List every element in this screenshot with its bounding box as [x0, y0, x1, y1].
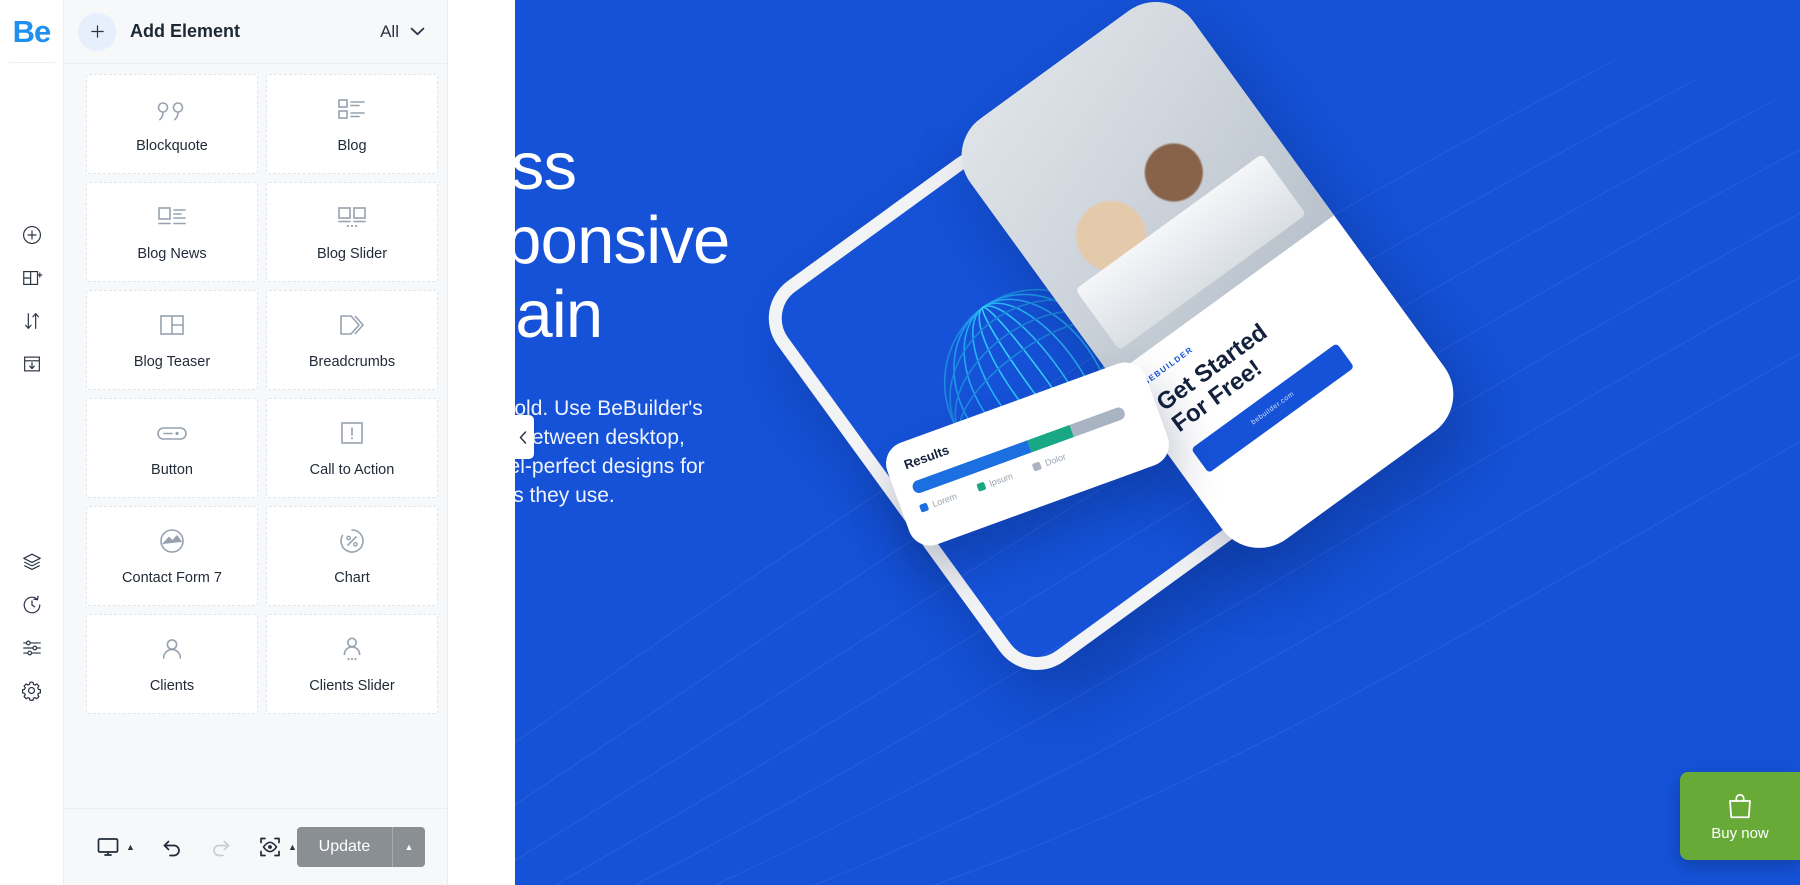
element-card-label: Clients Slider: [309, 678, 395, 694]
element-card-breadcrumbs[interactable]: Breadcrumbs: [266, 290, 438, 390]
preview-eye-icon: [260, 837, 280, 857]
app-logo[interactable]: Be: [13, 12, 52, 52]
element-card-call-to-action[interactable]: Call to Action: [266, 398, 438, 498]
chart-percent-icon: [338, 526, 366, 556]
element-grid: Blockquote Blog Blog News Blog Slider Bl…: [64, 74, 447, 714]
element-card-label: Blockquote: [136, 138, 208, 154]
element-card-label: Contact Form 7: [122, 570, 222, 586]
blog-slider-icon: [337, 202, 367, 232]
legend-item: Ipsum: [975, 471, 1014, 493]
sidebar-item-layers[interactable]: [0, 540, 64, 583]
chevron-left-icon: [519, 430, 527, 444]
sidebar-item-history[interactable]: [0, 583, 64, 626]
element-list-scroll[interactable]: Blockquote Blog Blog News Blog Slider Bl…: [64, 64, 447, 808]
element-card-blockquote[interactable]: Blockquote: [86, 74, 258, 174]
user-slider-icon: [339, 634, 365, 664]
element-card-clients[interactable]: Clients: [86, 614, 258, 714]
buy-now-button[interactable]: Buy now: [1680, 772, 1800, 860]
element-card-label: Button: [151, 462, 193, 478]
plus-icon: [90, 25, 104, 38]
divider: [8, 62, 55, 63]
update-button-label: Update: [318, 838, 371, 855]
button-pill-icon: [156, 418, 188, 448]
element-card-label: Blog Teaser: [133, 354, 211, 370]
category-filter-value: All: [380, 21, 399, 41]
element-card-label: Call to Action: [309, 462, 395, 478]
add-section-icon: [22, 270, 42, 285]
redo-icon: [213, 840, 230, 857]
element-card-button[interactable]: Button: [86, 398, 258, 498]
legend-label: Dolor: [1043, 451, 1068, 469]
blog-list-icon: [337, 94, 367, 124]
panel-collapse-toggle[interactable]: [515, 415, 534, 459]
page-preview[interactable]: tress esponsive Again t in the cold. Use…: [515, 0, 1800, 885]
element-card-blog-teaser[interactable]: Blog Teaser: [86, 290, 258, 390]
panel-header: Add Element All: [64, 0, 447, 64]
blog-teaser-icon: [158, 310, 186, 340]
hero-illustration: BEBUILDER Get Started For Free! bebuilde…: [750, 0, 1472, 690]
editor-bottom-toolbar: ▲ ▲ Update ▲: [64, 808, 447, 885]
redo-button[interactable]: [209, 835, 233, 859]
element-card-label: Blog Slider: [316, 246, 388, 262]
layers-icon: [22, 553, 41, 570]
rail-group-top: [0, 213, 64, 385]
shopping-bag-icon: [1729, 793, 1751, 818]
sidebar-item-add-section[interactable]: [0, 256, 64, 299]
sidebar-item-import-template[interactable]: [0, 342, 64, 385]
sidebar-item-options[interactable]: [0, 626, 64, 669]
element-card-label: Breadcrumbs: [308, 354, 396, 370]
contact-form-icon: [158, 526, 186, 556]
quote-icon: [157, 94, 187, 124]
element-card-clients-slider[interactable]: Clients Slider: [266, 614, 438, 714]
legend-item: Lorem: [918, 491, 959, 514]
category-filter-dropdown[interactable]: All: [380, 22, 425, 42]
exclamation-box-icon: [339, 418, 365, 448]
rail-group-bottom: [0, 540, 64, 712]
user-icon: [159, 634, 185, 664]
add-element-icon: [22, 225, 41, 244]
panel-title: Add Element: [130, 21, 241, 41]
blog-news-icon: [157, 202, 187, 232]
update-button[interactable]: Update ▲: [296, 827, 425, 867]
buy-now-label: Buy now: [1711, 824, 1769, 842]
element-card-contact-form-7[interactable]: Contact Form 7: [86, 506, 258, 606]
bebuilder-editor: tress esponsive Again t in the cold. Use…: [0, 0, 1800, 885]
add-element-panel: Add Element All Blockquote Blog Blog New…: [64, 0, 448, 885]
element-card-label: Clients: [149, 678, 195, 694]
sort-order-icon: [24, 312, 39, 329]
legend-label: Ipsum: [987, 470, 1015, 489]
sliders-icon: [22, 640, 41, 655]
add-element-button[interactable]: [78, 12, 116, 51]
legend-label: Lorem: [930, 491, 959, 510]
left-toolbar: Be: [0, 0, 64, 885]
element-card-label: Blog News: [137, 246, 207, 262]
undo-button[interactable]: [160, 835, 184, 859]
chevron-down-icon: [410, 27, 425, 36]
element-card-blog-news[interactable]: Blog News: [86, 182, 258, 282]
element-card-chart[interactable]: Chart: [266, 506, 438, 606]
caret-up-icon: ▲: [126, 842, 135, 852]
preview-mode-button[interactable]: ▲: [258, 835, 297, 859]
element-card-label: Blog: [337, 138, 367, 154]
chevrons-right-icon: [337, 310, 367, 340]
sidebar-item-settings[interactable]: [0, 669, 64, 712]
settings-gear-icon: [21, 681, 42, 701]
import-template-icon: [23, 356, 40, 371]
device-preview-button[interactable]: ▲: [96, 835, 135, 859]
update-options-caret-icon[interactable]: ▲: [392, 827, 425, 867]
element-card-blog[interactable]: Blog: [266, 74, 438, 174]
undo-icon: [163, 840, 180, 857]
sidebar-item-add-element[interactable]: [0, 213, 64, 256]
element-card-label: Chart: [334, 570, 370, 586]
monitor-icon: [97, 838, 119, 856]
legend-item: Dolor: [1031, 451, 1067, 472]
element-card-blog-slider[interactable]: Blog Slider: [266, 182, 438, 282]
sidebar-item-reorder[interactable]: [0, 299, 64, 342]
caret-up-icon: ▲: [288, 842, 297, 852]
history-icon: [23, 595, 40, 613]
